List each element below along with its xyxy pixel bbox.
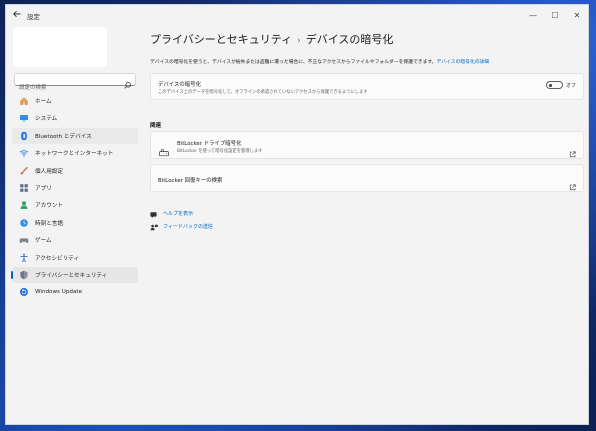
toggle-knob [549,83,552,87]
device-encryption-card: デバイスの暗号化 このデバイス上のデータを暗号化して、オフラインの承認されていな… [150,73,584,100]
title-bar: 設定 — ☐ ✕ [6,5,588,27]
update-icon [19,287,29,297]
sidebar-item-time-language[interactable]: 時刻と言語 [12,215,138,231]
sidebar-item-accounts[interactable]: アカウント [12,197,138,213]
sidebar-item-gaming[interactable]: ゲーム [12,232,138,248]
get-help-label: ヘルプを表示 [163,211,194,217]
minimize-button[interactable]: — [522,5,544,27]
sidebar-item-system[interactable]: システム [12,110,138,126]
shield-icon [19,270,29,280]
device-encryption-toggle[interactable] [546,81,563,89]
feedback-label: フィードバックの送信 [163,224,213,230]
bitlocker-drive-icon [159,142,169,157]
network-icon [19,148,29,158]
brush-icon [19,166,29,176]
sidebar-item-home[interactable]: ホーム [12,93,138,109]
back-arrow-icon[interactable] [10,9,24,23]
system-icon [19,113,29,123]
bitlocker-subtitle: BitLocker を使って暗号化設定を管理します [177,149,263,154]
recovery-key-title: BitLocker 回復キーの検索 [158,178,223,184]
external-link-icon [569,143,576,158]
device-encryption-subtitle: このデバイス上のデータを暗号化して、オフラインの承認されていないアクセスから保護… [158,90,368,95]
user-profile-card[interactable] [13,27,107,67]
sidebar-item-privacy-security[interactable]: プライバシーとセキュリティ [11,266,138,283]
bluetooth-icon [19,131,29,141]
search-box[interactable] [14,73,136,94]
sidebar-item-windows-update[interactable]: Windows Update [12,284,138,300]
toggle-state-label: オフ [565,83,576,89]
account-icon [19,200,29,210]
bitlocker-card[interactable]: BitLocker ドライブ暗号化 BitLocker を使って暗号化設定を管理… [150,131,584,159]
page-description: デバイスの暗号化を使うと、デバイスが紛失または盗難に遭った場合に、不正なアクセス… [150,60,490,65]
learn-more-link[interactable]: デバイスの暗号化の詳細 [436,60,489,65]
sidebar-item-apps[interactable]: アプリ [12,180,138,196]
bitlocker-title: BitLocker ドライブ暗号化 [177,141,242,147]
close-button[interactable]: ✕ [566,5,588,27]
device-encryption-title: デバイスの暗号化 [158,82,201,88]
related-heading: 関連 [150,123,162,129]
recovery-key-card[interactable]: BitLocker 回復キーの検索 [150,164,584,192]
sidebar-nav: ホーム システム Bluetooth とデバイス ネットワークとインターネット … [11,93,138,302]
home-icon [19,96,29,106]
external-link-icon [569,176,576,191]
feedback-link[interactable]: フィードバックの送信 [150,217,213,236]
gamepad-icon [19,235,29,245]
feedback-icon [150,217,158,236]
search-input[interactable] [15,82,123,94]
window-controls: — ☐ ✕ [522,5,588,27]
sidebar-item-accessibility[interactable]: アクセシビリティ [12,250,138,266]
apps-icon [19,183,29,193]
chevron-right-icon: › [297,36,301,46]
page-title: デバイスの暗号化 [305,33,394,46]
sidebar-item-network[interactable]: ネットワークとインターネット [12,145,138,161]
maximize-button[interactable]: ☐ [544,5,566,27]
sidebar-item-personalization[interactable]: 個人用設定 [12,163,138,179]
breadcrumb-parent-link[interactable]: プライバシーとセキュリティ [150,33,292,46]
clock-globe-icon [19,218,29,228]
accessibility-icon [19,253,29,263]
sidebar-item-bluetooth[interactable]: Bluetooth とデバイス [12,127,138,144]
search-icon[interactable] [123,75,132,89]
app-title: 設定 [27,13,40,21]
settings-window: 設定 — ☐ ✕ ホーム システム [5,4,589,425]
selected-indicator [11,270,13,279]
breadcrumb: プライバシーとセキュリティ › デバイスの暗号化 [150,31,393,47]
